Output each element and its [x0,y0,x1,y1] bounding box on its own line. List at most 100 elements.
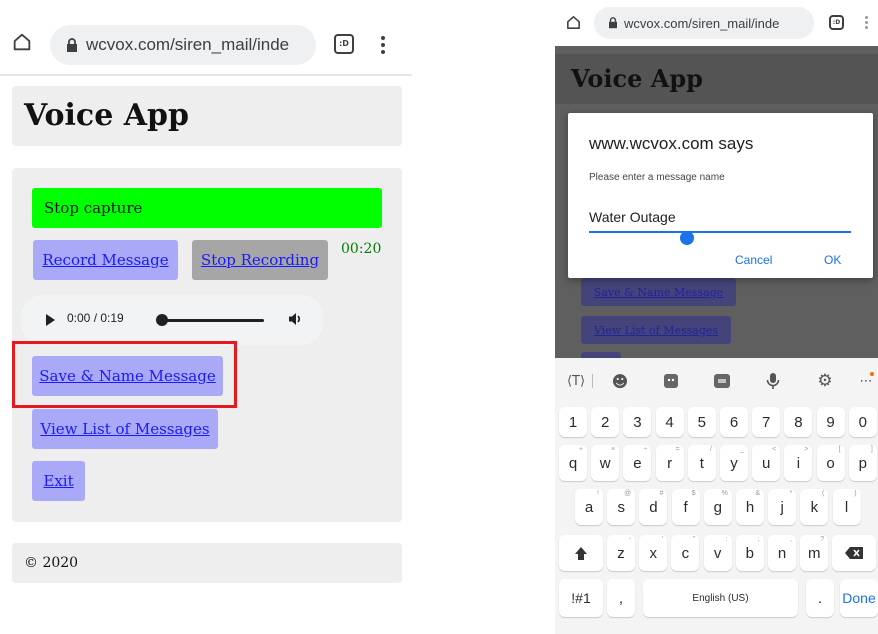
key-y[interactable]: y _ [720,445,748,481]
home-icon[interactable] [10,30,34,54]
footer-text: © 2020 [24,555,79,571]
key-9[interactable]: 9 [816,407,845,437]
key-e[interactable]: e ÷ [623,445,652,481]
play-icon[interactable] [45,313,55,331]
key-0[interactable]: 0 [848,407,877,437]
key-label: Done [842,590,876,606]
record-message-button[interactable]: Record Message [33,240,178,280]
address-bar[interactable]: wcvox.com/siren_mail/inde [50,25,316,65]
exit-button[interactable]: Exit [32,461,85,501]
key-alt-label: ( [822,490,825,497]
text-cursor-handle[interactable] [680,231,694,245]
more-options-icon[interactable]: ⋯ [855,370,877,392]
tab-switcher-icon[interactable]: :D [334,34,354,54]
key-alt-label: @ [624,490,632,497]
key-k[interactable]: k( [800,489,829,525]
audio-seek-track[interactable] [162,319,264,322]
key-alt-label: & [755,490,760,497]
symbols-key[interactable]: !#1 [559,579,603,617]
space-key[interactable]: English (US) [643,579,798,617]
stop-recording-button[interactable]: Stop Recording [192,240,328,280]
key-alt-label: - [628,536,631,543]
backspace-icon [845,547,863,559]
key-u[interactable]: u < [752,445,781,481]
page-title: Voice App [24,98,189,133]
audio-seek-knob[interactable] [156,314,168,326]
emoji-icon[interactable]: ☻ [609,370,631,392]
key-g[interactable]: g% [703,489,732,525]
key-j[interactable]: j * [768,489,797,525]
lock-icon [608,17,618,29]
view-messages-button[interactable]: View List of Messages [32,409,218,449]
settings-gear-icon[interactable]: ⚙ [814,370,836,392]
key-o[interactable]: o[ [816,445,845,481]
right-screenshot: wcvox.com/siren_mail/inde :D Voice App S… [555,0,878,634]
key-label: 8 [794,413,803,431]
message-name-input[interactable]: Water Outage [589,209,851,233]
shift-icon [575,546,587,560]
url-text: wcvox.com/siren_mail/inde [624,15,780,31]
volume-icon[interactable] [289,312,303,331]
key-alt-label: $ [691,490,696,497]
key-label: z [617,544,625,562]
key-3[interactable]: 3 [623,407,652,437]
key-w[interactable]: w × [591,445,620,481]
key-s[interactable]: s @ [607,489,636,525]
key-c[interactable]: c " [671,535,700,571]
shift-key[interactable] [559,535,603,571]
key-2[interactable]: 2 [591,407,620,437]
key-t[interactable]: t / [687,445,716,481]
key-b[interactable]: b; [735,535,764,571]
key-5[interactable]: 5 [687,407,716,437]
key-label: q [568,454,578,472]
input-value: Water Outage [589,209,676,225]
gif-icon[interactable] [711,370,733,392]
key-m[interactable]: m? [800,535,829,571]
translate-icon[interactable]: ⟨T⟩ [565,370,587,392]
menu-kebab-icon[interactable] [864,16,868,29]
key-6[interactable]: 6 [720,407,748,437]
key-z[interactable]: z- [607,535,635,571]
key-label: 1 [568,413,578,431]
key-1[interactable]: 1 [559,407,587,437]
key-alt-label: ? [820,536,825,543]
cancel-button[interactable]: Cancel [735,253,772,267]
microphone-icon[interactable] [762,370,784,392]
key-x[interactable]: x ' [639,535,668,571]
key-r[interactable]: r = [655,445,684,481]
comma-key[interactable]: , [607,579,635,617]
key-label: a [584,498,594,516]
tab-switcher-icon[interactable]: :D [829,15,844,30]
done-key[interactable]: Done [840,579,878,617]
key-q[interactable]: q + [559,445,587,481]
key-label: , [618,589,624,607]
key-label: v [713,544,722,562]
key-label: u [762,454,771,472]
key-n[interactable]: n, [768,535,796,571]
home-icon[interactable] [563,12,583,32]
backspace-key[interactable] [832,535,876,571]
period-key[interactable]: . [806,579,834,617]
key-8[interactable]: 8 [784,407,813,437]
address-bar[interactable]: wcvox.com/siren_mail/inde [594,7,814,39]
key-alt-label: / [709,446,712,453]
key-p[interactable]: p] [848,445,877,481]
menu-kebab-icon[interactable] [380,36,386,54]
notification-dot [870,372,874,376]
lock-icon [66,38,78,52]
key-label: p [858,454,867,472]
key-f[interactable]: f $ [671,489,700,525]
key-alt-label: ) [854,490,857,497]
key-7[interactable]: 7 [752,407,781,437]
key-label: t [699,454,704,472]
key-h[interactable]: h & [736,489,764,525]
key-l[interactable]: l) [832,489,861,525]
key-i[interactable]: i > [784,445,813,481]
key-d[interactable]: d # [639,489,668,525]
key-4[interactable]: 4 [655,407,684,437]
key-v[interactable]: v: [703,535,732,571]
sticker-icon[interactable] [660,370,682,392]
browser-toolbar: wcvox.com/siren_mail/inde :D [0,0,412,76]
key-a[interactable]: a! [575,489,603,525]
ok-button[interactable]: OK [824,253,841,267]
